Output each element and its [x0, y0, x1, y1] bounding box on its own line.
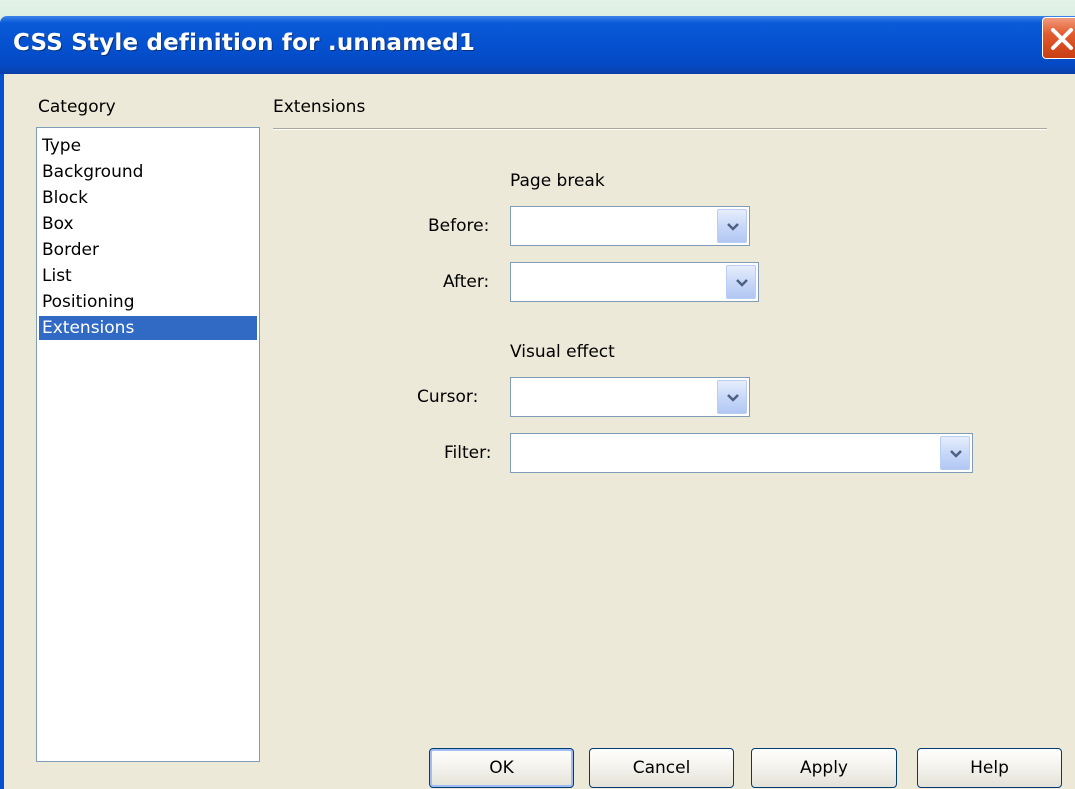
- category-item-background[interactable]: Background: [39, 160, 257, 184]
- category-item-border[interactable]: Border: [39, 238, 257, 262]
- window-title: CSS Style definition for .unnamed1: [13, 30, 476, 56]
- category-item-list[interactable]: List: [39, 264, 257, 288]
- category-item-box[interactable]: Box: [39, 212, 257, 236]
- panel-divider: [273, 128, 1047, 130]
- category-item-type[interactable]: Type: [39, 134, 257, 158]
- close-icon: [1051, 28, 1073, 50]
- cursor-select[interactable]: [510, 377, 750, 417]
- category-item-block[interactable]: Block: [39, 186, 257, 210]
- before-label: Before:: [428, 216, 490, 236]
- cursor-label: Cursor:: [417, 387, 479, 407]
- close-button[interactable]: [1042, 17, 1075, 59]
- chevron-down-icon: [736, 279, 748, 287]
- filter-dropdown-button[interactable]: [940, 436, 970, 470]
- cursor-dropdown-button[interactable]: [717, 380, 747, 414]
- filter-select[interactable]: [510, 433, 973, 473]
- category-item-positioning[interactable]: Positioning: [39, 290, 257, 314]
- chevron-down-icon: [950, 450, 962, 458]
- cancel-button[interactable]: Cancel: [589, 748, 734, 788]
- filter-label: Filter:: [444, 443, 492, 463]
- ok-button[interactable]: OK: [429, 748, 574, 788]
- chevron-down-icon: [727, 223, 739, 231]
- apply-button[interactable]: Apply: [751, 748, 897, 788]
- before-dropdown-button[interactable]: [717, 209, 747, 243]
- after-select[interactable]: [510, 262, 759, 302]
- page-break-heading: Page break: [510, 171, 605, 191]
- category-list[interactable]: Type Background Block Box Border List Po…: [36, 127, 260, 762]
- help-button[interactable]: Help: [917, 748, 1062, 788]
- after-label: After:: [443, 272, 490, 292]
- after-dropdown-button[interactable]: [726, 265, 756, 299]
- visual-effect-heading: Visual effect: [510, 342, 615, 362]
- title-bar[interactable]: CSS Style definition for .unnamed1: [0, 16, 1075, 74]
- panel-title: Extensions: [273, 97, 366, 117]
- category-item-extensions[interactable]: Extensions: [39, 316, 257, 340]
- before-select[interactable]: [510, 206, 750, 246]
- chevron-down-icon: [727, 394, 739, 402]
- category-label: Category: [38, 97, 116, 117]
